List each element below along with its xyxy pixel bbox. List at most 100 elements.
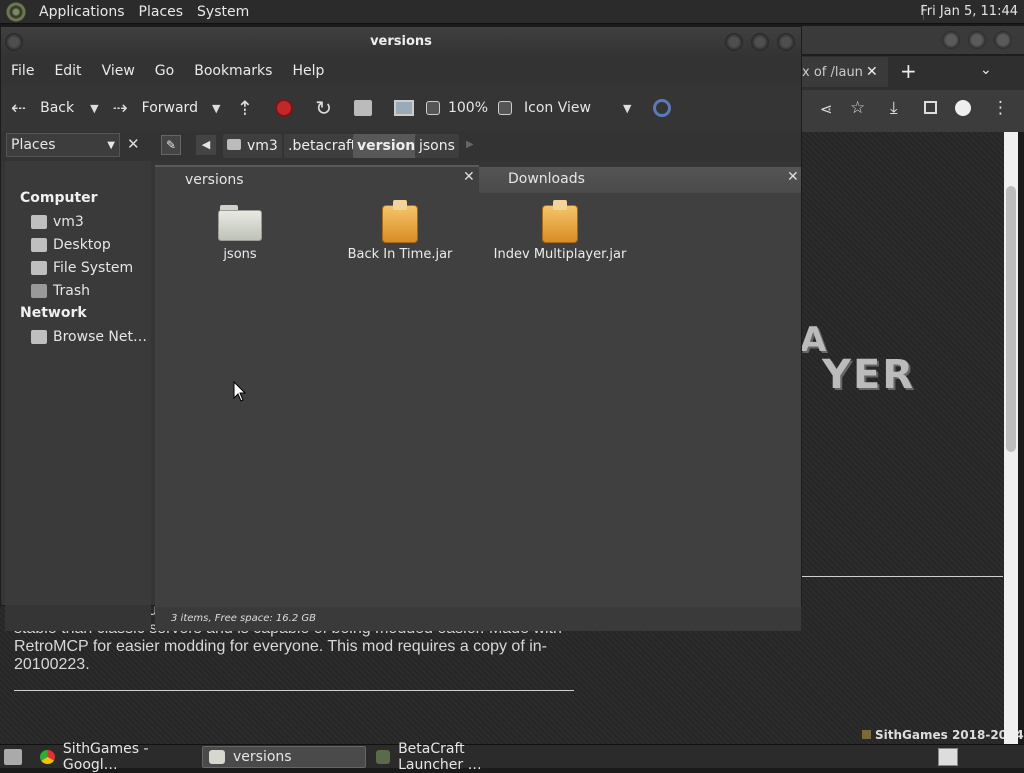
back-arrow-icon: ⇠: [11, 97, 27, 119]
menu-bookmarks[interactable]: Bookmarks: [184, 63, 282, 79]
view-mode-dropdown-icon[interactable]: ▼: [623, 102, 631, 115]
menu-go[interactable]: Go: [145, 63, 184, 79]
new-tab-icon[interactable]: +: [900, 59, 917, 83]
places-menu[interactable]: Places: [132, 4, 191, 20]
reload-icon[interactable]: ↻: [315, 96, 332, 120]
computer-icon[interactable]: [393, 100, 414, 116]
sidebar-item-file-system[interactable]: File System: [5, 256, 151, 279]
toolbar: ⇠ Back ▼ ⇢ Forward ▼ ⇡ ↻ 100% Icon View …: [1, 85, 801, 131]
home-folder-icon: [227, 139, 241, 150]
menu-edit[interactable]: Edit: [44, 63, 91, 79]
task-betacraft[interactable]: BetaCraft Launcher …: [370, 741, 534, 773]
workspace-switcher[interactable]: [938, 748, 958, 766]
window-menu-button[interactable]: [5, 33, 23, 51]
network-icon: [31, 329, 47, 344]
crumb-right-arrow-icon[interactable]: ▶: [466, 139, 474, 150]
applications-menu[interactable]: Applications: [32, 4, 132, 20]
status-bar: 3 items, Free space: 16.2 GB: [155, 607, 801, 631]
minimize-button[interactable]: [725, 33, 743, 51]
close-tab-icon[interactable]: ✕: [463, 169, 475, 185]
copyright-label: SithGames 2018-2024: [875, 728, 1024, 742]
forward-label: Forward: [141, 100, 198, 116]
crumb-vm3[interactable]: vm3: [223, 134, 282, 158]
file-item-jsons[interactable]: jsons: [170, 205, 310, 262]
zoom-in-icon[interactable]: [498, 101, 512, 115]
sidebar-item-label: Browse Net…: [53, 328, 148, 345]
back-label: Back: [40, 100, 75, 116]
close-tab-icon[interactable]: ✕: [866, 64, 878, 80]
sidebar-item-vm3[interactable]: vm3: [5, 210, 151, 233]
sidebar-item-desktop[interactable]: Desktop: [5, 233, 151, 256]
browser-toolbar: [800, 90, 1024, 132]
folder-icon: [209, 749, 225, 764]
file-item-back-in-time-jar[interactable]: Back In Time.jar: [330, 200, 470, 262]
forward-button[interactable]: ⇢ Forward: [113, 98, 198, 119]
file-manager-window: versions File Edit View Go Bookmarks Hel…: [0, 26, 802, 631]
home-icon[interactable]: [353, 100, 372, 116]
package-icon: [382, 200, 418, 243]
file-item-indev-multiplayer-jar[interactable]: Indev Multiplayer.jar: [490, 200, 630, 262]
sidebar-header-network: Network: [20, 305, 87, 321]
file-view[interactable]: jsons Back In Time.jar Indev Multiplayer…: [155, 193, 801, 607]
clock[interactable]: Fri Jan 5, 11:44: [920, 4, 1018, 19]
forward-history-dropdown-icon[interactable]: ▼: [212, 102, 220, 115]
close-window-button[interactable]: [777, 33, 795, 51]
back-button[interactable]: ⇠ Back: [11, 98, 74, 119]
browser-maximize-button[interactable]: [968, 31, 986, 49]
zoom-level: 100%: [447, 100, 488, 116]
crumb-jsons[interactable]: jsons: [415, 134, 459, 158]
home-folder-icon: [31, 214, 47, 229]
menu-file[interactable]: File: [1, 63, 44, 79]
maximize-button[interactable]: [751, 33, 769, 51]
show-desktop-icon[interactable]: [4, 748, 22, 765]
sidebar-item-label: Desktop: [53, 236, 111, 253]
system-menu[interactable]: System: [190, 4, 256, 20]
browser-window: x of /laun ✕ + ⌄ ⋖ ☆ ⤓ ⋮: [800, 26, 1024, 132]
up-arrow-icon[interactable]: ⇡: [236, 96, 253, 120]
browser-minimize-button[interactable]: [942, 31, 960, 49]
web-divider: [14, 690, 574, 691]
tab-list-chevron-icon[interactable]: ⌄: [980, 62, 992, 78]
zoom-out-icon[interactable]: [425, 101, 440, 115]
sidebar-type-select[interactable]: Places ▼: [6, 133, 120, 157]
drive-icon: [31, 260, 47, 275]
file-name: Indev Multiplayer.jar: [493, 247, 627, 262]
sidebar-header-computer: Computer: [20, 190, 98, 206]
window-title: versions: [1, 27, 801, 57]
web-divider: [800, 576, 1003, 577]
back-history-dropdown-icon[interactable]: ▼: [90, 102, 98, 115]
sidebar-item-trash[interactable]: Trash: [5, 279, 151, 302]
tab-versions[interactable]: versions ✕: [155, 165, 479, 193]
stop-icon[interactable]: [275, 99, 294, 117]
distro-logo-icon[interactable]: [6, 1, 26, 22]
close-sidebar-icon[interactable]: ✕: [127, 135, 140, 153]
download-icon[interactable]: ⤓: [890, 98, 898, 118]
bookmark-star-icon[interactable]: ☆: [850, 98, 865, 118]
close-tab-icon[interactable]: ✕: [787, 169, 799, 185]
side-panel-icon[interactable]: [924, 101, 937, 114]
sidebar-item-label: vm3: [53, 213, 84, 230]
taskbar: SithGames - Googl… versions BetaCraft La…: [0, 741, 1024, 773]
desktop-icon: [31, 237, 47, 252]
browser-close-button[interactable]: [994, 31, 1012, 49]
file-name: jsons: [223, 247, 257, 262]
crumb-label: vm3: [247, 138, 278, 154]
folder-icon: [218, 205, 262, 241]
menu-help[interactable]: Help: [282, 63, 334, 79]
search-icon[interactable]: [653, 99, 672, 117]
task-versions[interactable]: versions: [202, 745, 366, 768]
crumb-betacraft[interactable]: .betacraft: [284, 134, 361, 158]
share-icon[interactable]: ⋖: [820, 100, 833, 118]
browser-menu-icon[interactable]: ⋮: [992, 98, 1009, 118]
crumb-left-arrow-icon[interactable]: ◀: [196, 135, 216, 155]
task-chrome[interactable]: SithGames - Googl…: [34, 741, 198, 773]
menu-bar: File Edit View Go Bookmarks Help: [1, 57, 801, 85]
web-banner-text: A YER: [800, 320, 915, 398]
edit-location-icon[interactable]: ✎: [161, 135, 181, 155]
menu-view[interactable]: View: [92, 63, 145, 79]
web-scrollbar-thumb[interactable]: [1006, 186, 1016, 452]
view-mode-select[interactable]: Icon View: [524, 100, 591, 116]
sidebar-item-browse-network[interactable]: Browse Net…: [5, 325, 151, 348]
profile-avatar-icon[interactable]: [955, 100, 971, 116]
tab-downloads[interactable]: Downloads ✕: [479, 167, 801, 193]
